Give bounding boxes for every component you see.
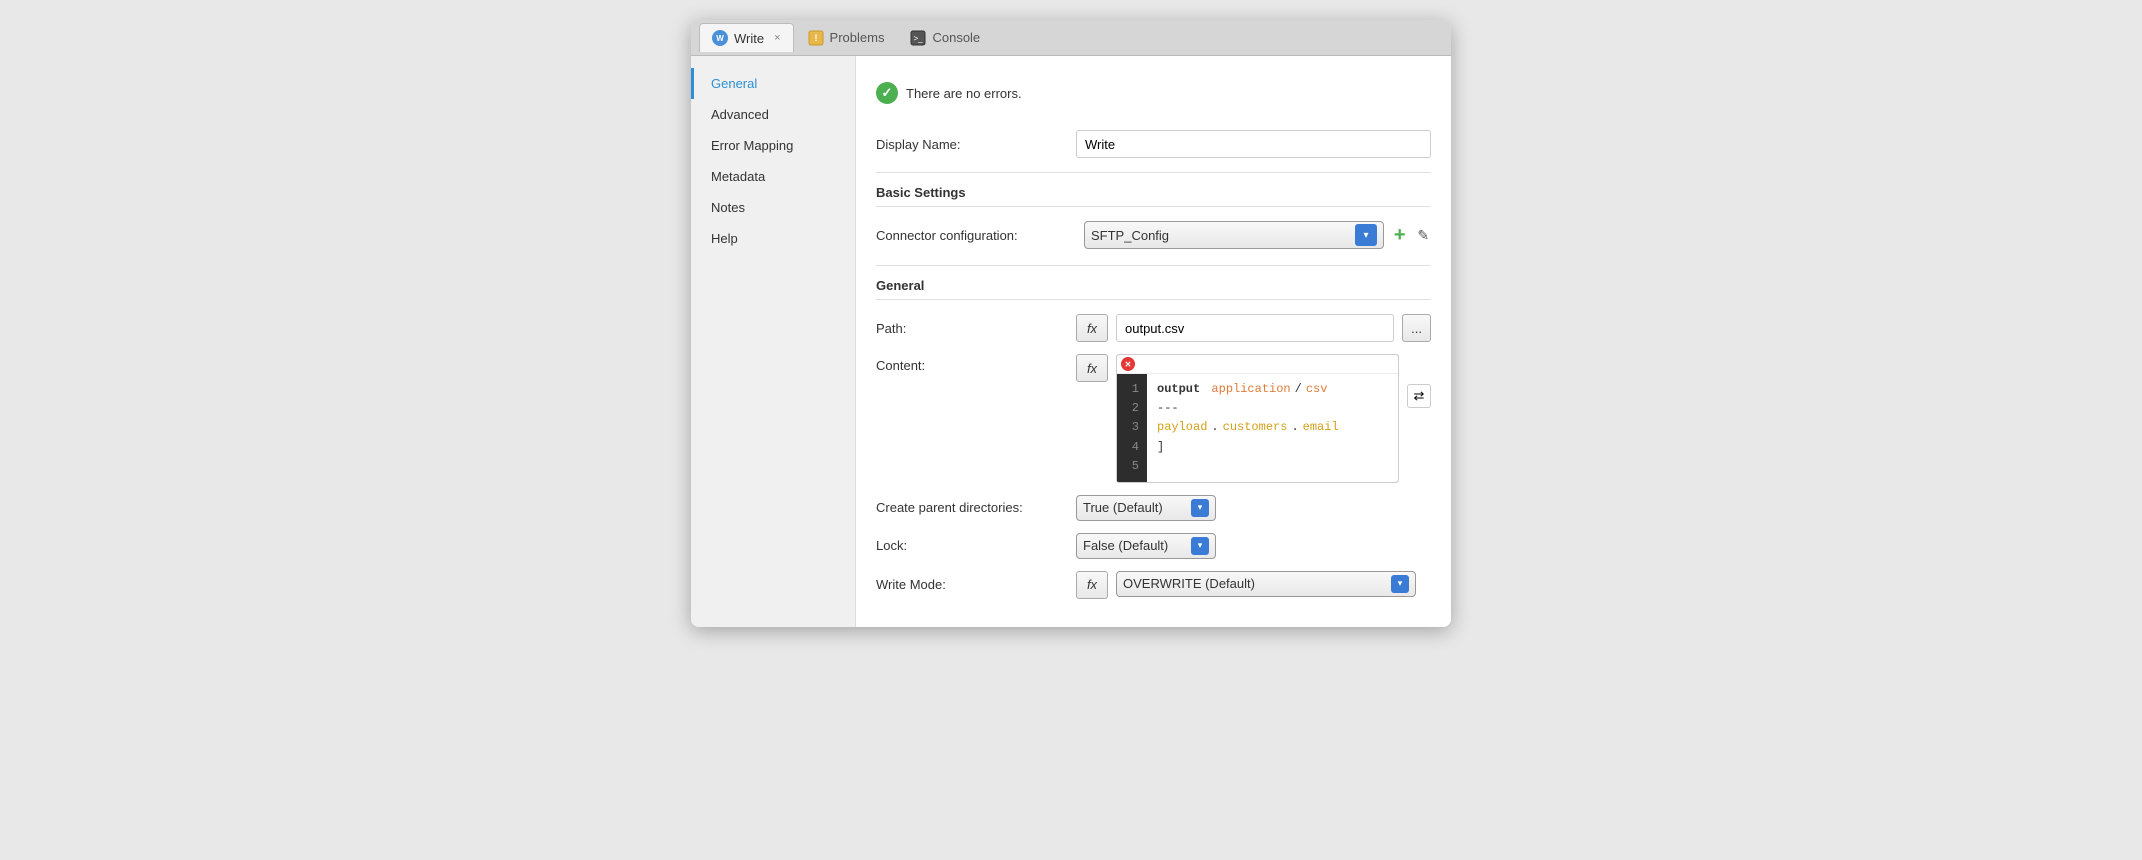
connector-config-row: Connector configuration: SFTP_Config ▾ +…: [876, 221, 1431, 249]
sidebar-item-advanced[interactable]: Advanced: [691, 99, 855, 130]
code-line-4: payload.customers.email: [1157, 418, 1388, 437]
status-icon: ✓: [876, 82, 898, 104]
line-numbers: 1 2 3 4 5: [1117, 374, 1147, 482]
write-mode-wrap: fx OVERWRITE (Default) ▾: [1076, 571, 1431, 599]
content-row: Content: fx ✕ 1: [876, 354, 1431, 483]
content-area: ✓ There are no errors. Display Name: Bas…: [856, 56, 1451, 627]
basic-settings-header: Basic Settings: [876, 185, 1431, 207]
lock-select[interactable]: False (Default) ▾: [1076, 533, 1216, 559]
sidebar-item-help-label: Help: [711, 231, 738, 246]
write-mode-value: OVERWRITE (Default): [1123, 576, 1391, 591]
plus-icon: +: [1394, 225, 1406, 245]
sidebar-item-error-mapping[interactable]: Error Mapping: [691, 130, 855, 161]
create-parent-directories-value: True (Default): [1083, 500, 1191, 515]
lock-label: Lock:: [876, 538, 1076, 553]
tab-console-label: Console: [932, 30, 980, 45]
sidebar-item-metadata-label: Metadata: [711, 169, 765, 184]
nicode-icon: ⇄: [1414, 388, 1425, 404]
content-fx-icon: fx: [1087, 361, 1097, 376]
problems-icon: !: [808, 30, 824, 46]
sidebar-item-notes-label: Notes: [711, 200, 745, 215]
write-mode-label: Write Mode:: [876, 577, 1076, 592]
write-mode-arrow: ▾: [1391, 575, 1409, 593]
edit-icon: ✎: [1417, 227, 1429, 244]
content-editor-wrap: fx ✕ 1 2 3: [1076, 354, 1431, 483]
lock-arrow: ▾: [1191, 537, 1209, 555]
main-window: W Write × ! Problems >_ Console General: [691, 20, 1451, 627]
checkmark-icon: ✓: [882, 85, 893, 101]
fx-icon: fx: [1087, 321, 1097, 336]
chevron-down-icon: ▾: [1363, 230, 1368, 241]
sidebar-item-metadata[interactable]: Metadata: [691, 161, 855, 192]
svg-text:!: !: [814, 33, 817, 43]
divider-2: [876, 265, 1431, 266]
path-input-wrap: fx ...: [1076, 314, 1431, 342]
svg-text:>_: >_: [914, 34, 924, 43]
lock-value: False (Default): [1083, 538, 1191, 553]
tab-bar: W Write × ! Problems >_ Console: [691, 20, 1451, 56]
tab-console[interactable]: >_ Console: [898, 24, 992, 52]
connector-config-arrow: ▾: [1355, 224, 1377, 246]
display-name-row: Display Name:: [876, 130, 1431, 158]
connector-config-label: Connector configuration:: [876, 228, 1076, 243]
create-parent-directories-row: Create parent directories: True (Default…: [876, 495, 1431, 521]
tab-problems-label: Problems: [830, 30, 885, 45]
tab-write-close[interactable]: ×: [774, 32, 780, 44]
tab-write-label: Write: [734, 31, 764, 46]
write-mode-fx-icon: fx: [1087, 577, 1097, 592]
status-bar: ✓ There are no errors.: [876, 72, 1431, 114]
sidebar-item-advanced-label: Advanced: [711, 107, 769, 122]
general-header: General: [876, 278, 1431, 300]
tab-problems[interactable]: ! Problems: [796, 24, 897, 52]
content-fx-button[interactable]: fx: [1076, 354, 1108, 382]
path-label: Path:: [876, 321, 1076, 336]
code-editor[interactable]: ✕ 1 2 3 4 5: [1116, 354, 1399, 483]
edit-connector-button[interactable]: ✎: [1416, 222, 1432, 248]
display-name-label: Display Name:: [876, 137, 1076, 152]
lock-row: Lock: False (Default) ▾: [876, 533, 1431, 559]
sidebar-item-error-mapping-label: Error Mapping: [711, 138, 793, 153]
code-editor-inner: 1 2 3 4 5 output application/csv: [1117, 374, 1398, 482]
path-input[interactable]: [1116, 314, 1394, 342]
create-parent-directories-arrow: ▾: [1191, 499, 1209, 517]
sidebar-item-notes[interactable]: Notes: [691, 192, 855, 223]
sidebar: General Advanced Error Mapping Metadata …: [691, 56, 856, 627]
sidebar-item-general-label: General: [711, 76, 757, 91]
editor-tool-button[interactable]: ⇄: [1407, 384, 1431, 408]
write-mode-select[interactable]: OVERWRITE (Default) ▾: [1116, 571, 1416, 597]
content-label: Content:: [876, 354, 1076, 373]
write-mode-fx-button[interactable]: fx: [1076, 571, 1108, 599]
write-mode-row: Write Mode: fx OVERWRITE (Default) ▾: [876, 571, 1431, 599]
code-error-icon: ✕: [1121, 357, 1135, 371]
create-parent-directories-select[interactable]: True (Default) ▾: [1076, 495, 1216, 521]
code-line-5: ]: [1157, 438, 1388, 457]
add-connector-button[interactable]: +: [1392, 222, 1408, 248]
path-fx-button[interactable]: fx: [1076, 314, 1108, 342]
path-row: Path: fx ...: [876, 314, 1431, 342]
status-text: There are no errors.: [906, 86, 1022, 101]
sidebar-item-general[interactable]: General: [691, 68, 855, 99]
browse-button[interactable]: ...: [1402, 314, 1431, 342]
connector-config-value: SFTP_Config: [1091, 228, 1355, 243]
display-name-input[interactable]: [1076, 130, 1431, 158]
connector-config-select[interactable]: SFTP_Config ▾: [1084, 221, 1384, 249]
write-tab-icon: W: [712, 30, 728, 46]
svg-text:W: W: [716, 34, 724, 43]
code-line-2: output application/csv: [1157, 380, 1388, 399]
divider-1: [876, 172, 1431, 173]
create-parent-directories-label: Create parent directories:: [876, 500, 1076, 515]
code-header: ✕: [1117, 355, 1398, 374]
tab-write[interactable]: W Write ×: [699, 23, 794, 52]
sidebar-item-help[interactable]: Help: [691, 223, 855, 254]
main-layout: General Advanced Error Mapping Metadata …: [691, 56, 1451, 627]
console-icon: >_: [910, 30, 926, 46]
code-line-3: ---: [1157, 399, 1388, 418]
code-content[interactable]: output application/csv --- payload.custo…: [1147, 374, 1398, 482]
